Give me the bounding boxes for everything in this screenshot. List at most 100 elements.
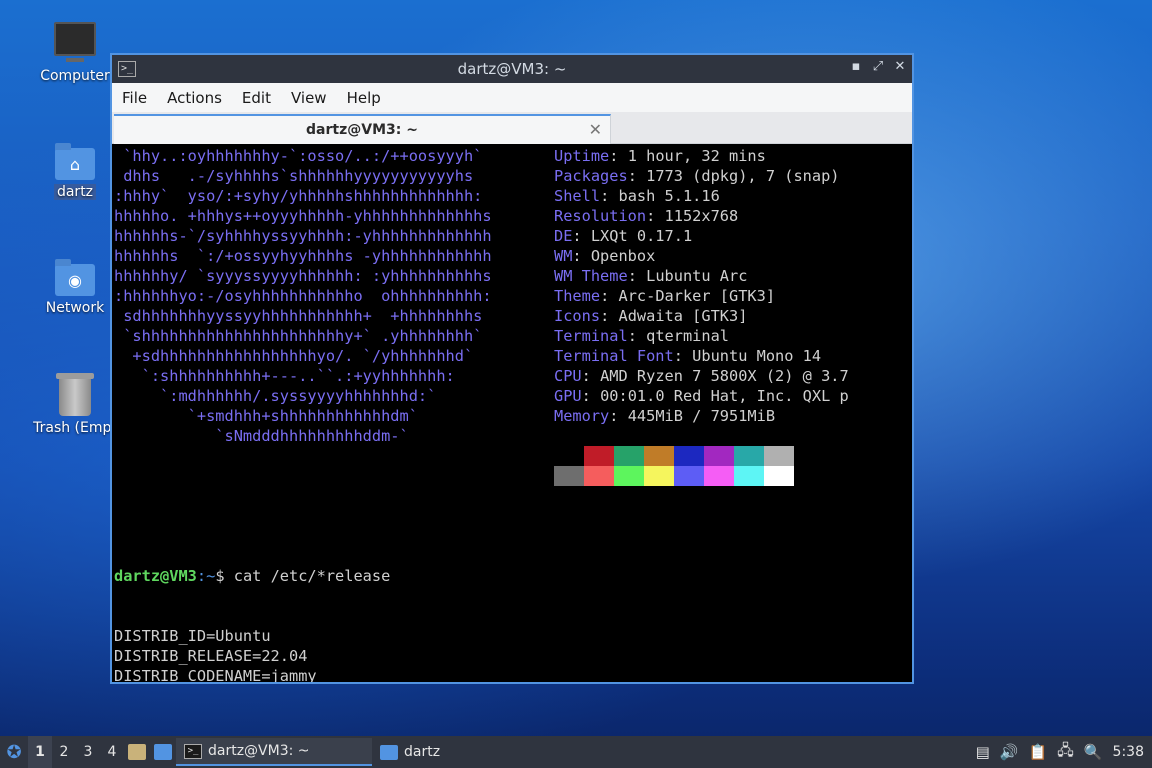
sysinfo-value: LXQt 0.17.1 (590, 227, 693, 245)
output-line: DISTRIB_RELEASE=22.04 (114, 647, 308, 665)
color-swatch (734, 446, 764, 466)
sysinfo-key: Icons (554, 307, 601, 325)
sysinfo-key: Packages (554, 167, 628, 185)
clipboard-icon[interactable]: 📋 (1028, 743, 1047, 761)
quicklaunch-file-manager[interactable] (124, 736, 150, 768)
sysinfo-key: Terminal (554, 327, 628, 345)
color-swatch (644, 446, 674, 466)
neofetch-ascii-logo: `hhy..:oyhhhhhhhy-`:osso/..:/++oosyyyh` … (114, 146, 492, 446)
sysinfo-separator: : (572, 247, 591, 265)
menu-help[interactable]: Help (337, 89, 391, 107)
ascii-art-line: hhhhhhy/ `syyyssyyyyhhhhhh: :yhhhhhhhhhh… (114, 267, 492, 285)
sysinfo-row: WM: Openbox (554, 246, 849, 266)
color-swatch (614, 466, 644, 486)
close-button[interactable]: ✕ (894, 59, 906, 74)
updates-icon[interactable]: ▤ (976, 743, 990, 761)
terminal-window: >_ dartz@VM3: ~ ▪ ⤢ ✕ File Actions Edit … (110, 53, 914, 684)
ascii-art-line: +sdhhhhhhhhhhhhhhhhhyo/. `/yhhhhhhhd` (114, 347, 474, 365)
color-swatch (704, 446, 734, 466)
sysinfo-key: WM (554, 247, 573, 265)
sysinfo-row: Uptime: 1 hour, 32 mins (554, 146, 849, 166)
sysinfo-value: Lubuntu Arc (646, 267, 748, 285)
clock[interactable]: 5:38 (1113, 744, 1144, 760)
palette-row (554, 446, 794, 466)
ascii-art-line: :hhhhhhyo:-/osyhhhhhhhhhhho ohhhhhhhhhh: (114, 287, 492, 305)
color-swatch (764, 446, 794, 466)
menu-view[interactable]: View (281, 89, 337, 107)
sysinfo-separator: : (627, 267, 647, 285)
sysinfo-row: Packages: 1773 (dpkg), 7 (snap) (554, 166, 849, 186)
workspace-2[interactable]: 2 (52, 736, 76, 768)
color-swatch (674, 466, 704, 486)
task-file-manager[interactable]: dartz (372, 738, 448, 766)
window-titlebar[interactable]: >_ dartz@VM3: ~ ▪ ⤢ ✕ (112, 55, 912, 83)
workspace-4[interactable]: 4 (100, 736, 124, 768)
ascii-art-line: `hhy..:oyhhhhhhhy-`:osso/..:/++oosyyyh` (114, 147, 483, 165)
tab-close-icon[interactable]: ✕ (589, 120, 602, 139)
sysinfo-row: Icons: Adwaita [GTK3] (554, 306, 849, 326)
task-terminal[interactable]: >_ dartz@VM3: ~ (176, 738, 372, 766)
sysinfo-value: Ubuntu Mono 14 (692, 347, 822, 365)
sysinfo-value: 00:01.0 Red Hat, Inc. QXL p (600, 387, 849, 405)
prompt-line: dartz@VM3:~$ cat /etc/*release (114, 566, 464, 586)
start-menu-button[interactable]: ✪ (0, 736, 28, 768)
globe-glyph: ◉ (68, 270, 82, 290)
color-swatch (554, 466, 584, 486)
workspace-3[interactable]: 3 (76, 736, 100, 768)
ascii-art-line: `shhhhhhhhhhhhhhhhhhhhhhy+` .yhhhhhhhh` (114, 327, 483, 345)
ascii-art-line: `:shhhhhhhhhh+---..``.:+yyhhhhhhh: (114, 367, 455, 385)
sysinfo-value: 1773 (dpkg), 7 (snap) (646, 167, 840, 185)
color-swatch (644, 466, 674, 486)
sysinfo-separator: : (600, 187, 619, 205)
sysinfo-key: Theme (554, 287, 601, 305)
minimize-button[interactable]: ▪ (850, 59, 862, 74)
ascii-art-line: dhhs .-/syhhhhs`shhhhhhyyyyyyyyyyyhs (114, 167, 474, 185)
task-label: dartz (404, 744, 441, 760)
maximize-button[interactable]: ⤢ (872, 59, 884, 74)
menu-bar: File Actions Edit View Help (112, 83, 912, 112)
sysinfo-separator: : (673, 347, 693, 365)
sysinfo-row: DE: LXQt 0.17.1 (554, 226, 849, 246)
prompt-user: dartz@VM3 (114, 567, 197, 585)
command-output: dartz@VM3:~$ cat /etc/*release DISTRIB_I… (114, 526, 464, 682)
sysinfo-key: GPU (554, 387, 582, 405)
file-manager-icon (128, 744, 146, 760)
ascii-art-line: sdhhhhhhhyyssyyhhhhhhhhhhh+ +hhhhhhhhs (114, 307, 483, 325)
menu-actions[interactable]: Actions (157, 89, 232, 107)
ascii-art-line: :hhhy` yso/:+syhy/yhhhhhshhhhhhhhhhhhh: (114, 187, 483, 205)
ascii-art-line: hhhhhhs-`/syhhhhyssyyhhhh:-yhhhhhhhhhhhh… (114, 227, 492, 245)
terminal-app-icon[interactable]: >_ (118, 61, 136, 77)
sysinfo-value: AMD Ryzen 7 5800X (2) @ 3.7 (600, 367, 849, 385)
desktop-icon-label: dartz (53, 184, 97, 200)
sysinfo-value: 445MiB / 7951MiB (627, 407, 776, 425)
tab-terminal[interactable]: dartz@VM3: ~ ✕ (114, 114, 611, 144)
volume-icon[interactable]: 🔊 (1000, 743, 1019, 761)
terminal-output[interactable]: `hhy..:oyhhhhhhhy-`:osso/..:/++oosyyyh` … (112, 144, 912, 682)
sysinfo-separator: : (627, 167, 647, 185)
quicklaunch-show-desktop[interactable] (150, 736, 176, 768)
sysinfo-separator: : (572, 227, 591, 245)
tab-bar: dartz@VM3: ~ ✕ (112, 112, 912, 144)
sysinfo-key: Memory (554, 407, 610, 425)
network-status-icon[interactable]: 🖧 (1057, 740, 1074, 765)
prompt-path: :~ (196, 567, 216, 585)
color-palette (554, 446, 794, 486)
sysinfo-row: Theme: Arc-Darker [GTK3] (554, 286, 849, 306)
menu-file[interactable]: File (112, 89, 157, 107)
sysinfo-row: Terminal Font: Ubuntu Mono 14 (554, 346, 849, 366)
sysinfo-row: Shell: bash 5.1.16 (554, 186, 849, 206)
notifications-icon[interactable]: 🔍 (1084, 743, 1103, 761)
palette-row (554, 466, 794, 486)
sysinfo-value: qterminal (646, 327, 729, 345)
neofetch-system-info: Uptime: 1 hour, 32 mins Packages: 1773 (d… (554, 146, 849, 426)
sysinfo-key: WM Theme (554, 267, 628, 285)
sysinfo-value: 1152x768 (664, 207, 739, 225)
menu-edit[interactable]: Edit (232, 89, 281, 107)
computer-icon (54, 22, 96, 62)
network-folder-icon: ◉ (55, 259, 95, 296)
prompt-command: cat /etc/*release (233, 567, 391, 585)
color-swatch (584, 446, 614, 466)
workspace-1[interactable]: 1 (28, 736, 52, 768)
color-swatch (734, 466, 764, 486)
sysinfo-key: Shell (554, 187, 601, 205)
